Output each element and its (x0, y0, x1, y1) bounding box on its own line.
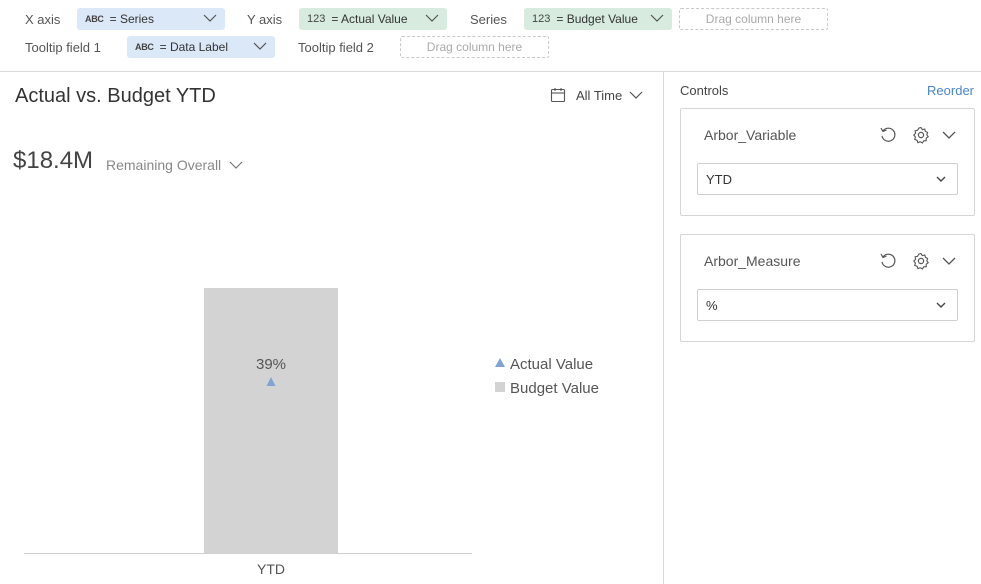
control-name: Arbor_Measure (704, 253, 801, 269)
x-axis-field-name: = Series (109, 12, 154, 26)
kpi-value: $18.4M (13, 147, 94, 174)
y-axis-field-pill[interactable]: 123 = Actual Value (299, 8, 447, 30)
chevron-down-icon[interactable] (203, 12, 217, 24)
control-name: Arbor_Variable (704, 127, 797, 143)
tooltip-field-1-label: Tooltip field 1 (25, 40, 101, 55)
number-type-icon: 123 (532, 13, 551, 25)
reset-icon[interactable] (879, 126, 897, 144)
series-field-name: = Budget Value (556, 12, 638, 26)
arbor-measure-select[interactable]: % (697, 289, 958, 321)
select-value: YTD (706, 171, 732, 187)
chevron-down-icon[interactable] (425, 12, 439, 24)
date-range-value: All Time (576, 87, 623, 103)
tooltip-field-2-drop-zone[interactable]: Drag column here (400, 36, 549, 58)
series-drop-zone[interactable]: Drag column here (679, 8, 828, 30)
series-field-pill[interactable]: 123 = Budget Value (524, 8, 672, 30)
calendar-icon (550, 88, 566, 103)
shelf-divider (0, 71, 981, 72)
legend-label-actual-value: Actual Value (510, 356, 593, 373)
chevron-down-icon (936, 302, 946, 308)
tooltip-field-2-label: Tooltip field 2 (298, 40, 374, 55)
control-card-arbor-variable: Arbor_Variable YTD (680, 108, 975, 216)
kpi-selector[interactable]: Remaining Overall (106, 157, 243, 173)
chevron-down-icon (936, 176, 946, 182)
data-label: 39% (256, 356, 286, 373)
tooltip-field-1-name: = Data Label (159, 40, 228, 54)
panel-divider (663, 71, 664, 584)
chevron-down-icon[interactable] (650, 12, 664, 24)
x-tick-label: YTD (257, 561, 285, 577)
x-axis-label: X axis (25, 12, 61, 27)
y-axis-field-name: = Actual Value (331, 12, 408, 26)
bar-chart: 39% YTD Actual Value Budget Value (24, 288, 599, 577)
control-card-arbor-measure: Arbor_Measure % (680, 234, 975, 342)
select-value: % (706, 297, 718, 313)
gear-icon[interactable] (912, 126, 930, 144)
gear-icon[interactable] (912, 252, 930, 270)
abc-type-icon: ABC (135, 42, 154, 52)
kpi-label: Remaining Overall (106, 157, 222, 173)
reorder-link[interactable]: Reorder (927, 83, 974, 98)
tooltip-field-1-pill[interactable]: ABC = Data Label (127, 36, 275, 58)
series-label: Series (470, 12, 507, 27)
chevron-down-icon[interactable] (940, 126, 958, 144)
chevron-down-icon (229, 161, 243, 169)
chart-title: Actual vs. Budget YTD (15, 85, 216, 107)
x-axis-field-pill[interactable]: ABC = Series (77, 8, 225, 30)
controls-title: Controls (680, 83, 729, 98)
reset-icon[interactable] (879, 252, 897, 270)
legend-label-budget-value: Budget Value (510, 380, 599, 397)
legend-marker-actual-value (495, 358, 505, 367)
date-range-filter[interactable]: All Time (550, 87, 643, 103)
legend-marker-budget-value (495, 382, 505, 392)
chevron-down-icon (629, 91, 643, 99)
y-axis-label: Y axis (247, 12, 283, 27)
chevron-down-icon[interactable] (253, 40, 267, 52)
chevron-down-icon[interactable] (940, 252, 958, 270)
number-type-icon: 123 (307, 13, 326, 25)
arbor-variable-select[interactable]: YTD (697, 163, 958, 195)
bar-budget-value (204, 288, 338, 553)
abc-type-icon: ABC (85, 14, 104, 24)
